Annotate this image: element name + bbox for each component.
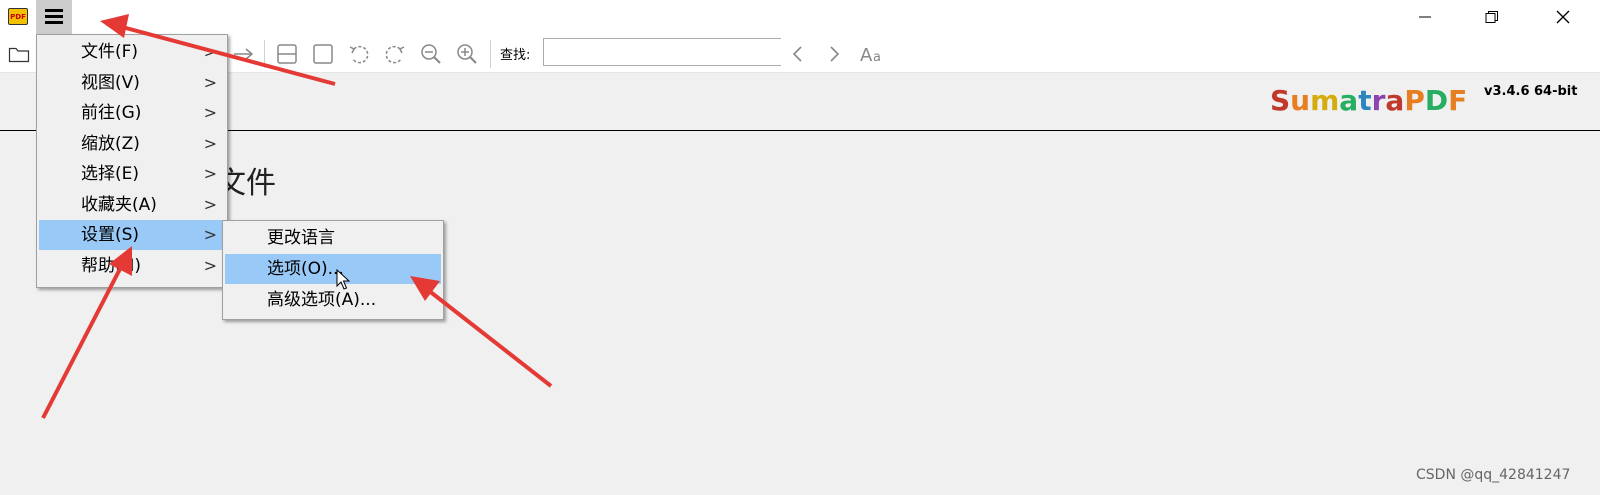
logo-letter: r <box>1371 84 1386 117</box>
close-button[interactable] <box>1540 0 1586 34</box>
app-pdf-icon: PDF <box>8 8 28 25</box>
submenu-item-label: 选项(O)... <box>267 259 344 279</box>
logo-letter: a <box>1339 84 1359 117</box>
logo-letter: u <box>1290 84 1311 117</box>
rotate-right-icon[interactable] <box>384 43 406 65</box>
find-label: 查找: <box>500 48 531 63</box>
folder-icon[interactable] <box>8 43 30 65</box>
submenu-item[interactable]: 高级选项(A)... <box>225 285 441 315</box>
prev-result-icon[interactable] <box>787 43 809 65</box>
toolbar-separator <box>264 40 265 68</box>
minimize-icon <box>1419 16 1431 18</box>
settings-submenu: 更改语言选项(O)... 高级选项(A)... <box>222 220 444 320</box>
menu-item[interactable]: 缩放(Z) > <box>39 129 225 159</box>
menu-item-label: 帮助(H) <box>81 255 142 276</box>
close-icon <box>1556 10 1570 24</box>
watermark: CSDN @qq_42841247 <box>1416 467 1571 483</box>
restore-icon <box>1485 11 1498 23</box>
chevron-right-icon: > <box>203 194 217 214</box>
minimize-button[interactable] <box>1402 0 1448 34</box>
chevron-right-icon: > <box>203 225 217 244</box>
zoom-out-icon[interactable] <box>420 43 442 65</box>
menu-item-label: 缩放(Z) <box>81 133 140 154</box>
menu-item[interactable]: 文件(F) > <box>39 37 225 67</box>
menu-item-label: 收藏夹(A) <box>81 194 157 215</box>
logo-letter: m <box>1310 84 1340 117</box>
logo-letter: a <box>1385 84 1405 117</box>
logo-letter: S <box>1270 84 1291 117</box>
toolbar: 查找: Aa <box>0 34 1600 73</box>
title-bar: PDF <box>0 0 1600 34</box>
divider-line <box>0 130 1600 131</box>
svg-text:a: a <box>873 50 881 65</box>
sumatrapdf-logo: SumatraPDF <box>1270 84 1467 117</box>
menu-item[interactable]: 选择(E) > <box>39 159 225 189</box>
logo-letter: D <box>1424 84 1449 117</box>
chevron-right-icon: > <box>203 255 217 275</box>
menu-item[interactable]: 视图(V) > <box>39 68 225 98</box>
zoom-in-icon[interactable] <box>456 43 478 65</box>
menu-item-label: 视图(V) <box>81 72 140 93</box>
toolbar-separator <box>490 40 491 68</box>
next-result-icon[interactable] <box>823 43 845 65</box>
menu-item-label: 文件(F) <box>81 42 139 62</box>
menu-item-label: 选择(E) <box>81 164 140 184</box>
menu-item[interactable]: 收藏夹(A) > <box>39 190 225 220</box>
chevron-right-icon: > <box>203 103 217 122</box>
find-input[interactable] <box>543 38 781 66</box>
submenu-item-label: 更改语言 <box>267 228 335 248</box>
chevron-right-icon: > <box>203 42 217 61</box>
restore-button[interactable] <box>1469 0 1515 34</box>
mouse-cursor-icon <box>336 269 350 290</box>
menu-item[interactable]: 设置(S) > <box>39 220 225 250</box>
svg-text:A: A <box>860 45 873 65</box>
logo-letter: t <box>1358 84 1372 117</box>
chevron-right-icon: > <box>203 133 217 153</box>
version-label: v3.4.6 64-bit <box>1484 84 1578 99</box>
arrow-right-icon[interactable] <box>232 43 254 65</box>
rotate-left-icon[interactable] <box>348 43 370 65</box>
menu-item-label: 前往(G) <box>81 103 142 123</box>
fit-page-icon[interactable] <box>276 43 298 65</box>
submenu-item[interactable]: 选项(O)... <box>225 254 441 284</box>
chevron-right-icon: > <box>203 164 217 183</box>
menu-item[interactable]: 前往(G) > <box>39 98 225 128</box>
fit-width-icon[interactable] <box>312 43 334 65</box>
submenu-item-label: 高级选项(A)... <box>267 290 377 310</box>
chevron-right-icon: > <box>203 72 217 92</box>
submenu-item[interactable]: 更改语言 <box>225 223 441 253</box>
logo-letter: F <box>1448 84 1468 117</box>
menu-item-label: 设置(S) <box>81 225 140 245</box>
logo-letter: P <box>1404 84 1425 117</box>
match-case-icon[interactable]: Aa <box>859 43 887 65</box>
menu-item[interactable]: 帮助(H) > <box>39 251 225 281</box>
hamburger-menu-button[interactable] <box>36 0 72 34</box>
main-menu: 文件(F) > 视图(V) > 前往(G) > 缩放(Z) > 选择(E) > 收藏夹(A) > 设置(… <box>36 34 228 288</box>
